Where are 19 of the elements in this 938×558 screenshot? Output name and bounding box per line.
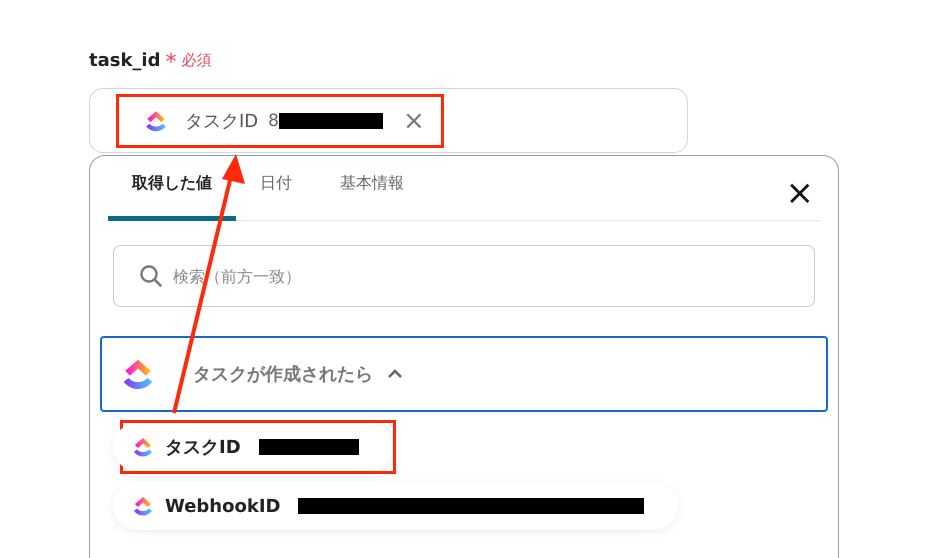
output-item[interactable]: タスクID xyxy=(113,423,393,471)
remove-button[interactable]: × xyxy=(403,108,425,134)
search-field[interactable]: 検索（前方一致） xyxy=(113,245,815,307)
item-label: WebhookID xyxy=(165,496,280,516)
group-title: タスクが作成されたら xyxy=(193,363,373,386)
output-item[interactable]: WebhookID xyxy=(113,482,678,530)
chevron-icon xyxy=(387,369,403,379)
tab[interactable]: 基本情報 xyxy=(316,173,428,221)
tab[interactable]: 日付 xyxy=(236,173,316,221)
chip-value: 8 xyxy=(268,110,279,130)
trigger-group-header[interactable]: タスクが作成されたら xyxy=(100,336,828,412)
chip-label: タスクID xyxy=(185,110,258,132)
item-label: タスクID xyxy=(165,436,241,459)
field-label: task_id xyxy=(89,50,160,70)
close-button[interactable]: × xyxy=(786,176,814,210)
required-text: 必須 xyxy=(182,50,212,70)
required-mark: * xyxy=(166,49,176,74)
input-field[interactable]: タスクID 8 × xyxy=(89,88,688,153)
search-icon xyxy=(139,264,163,288)
